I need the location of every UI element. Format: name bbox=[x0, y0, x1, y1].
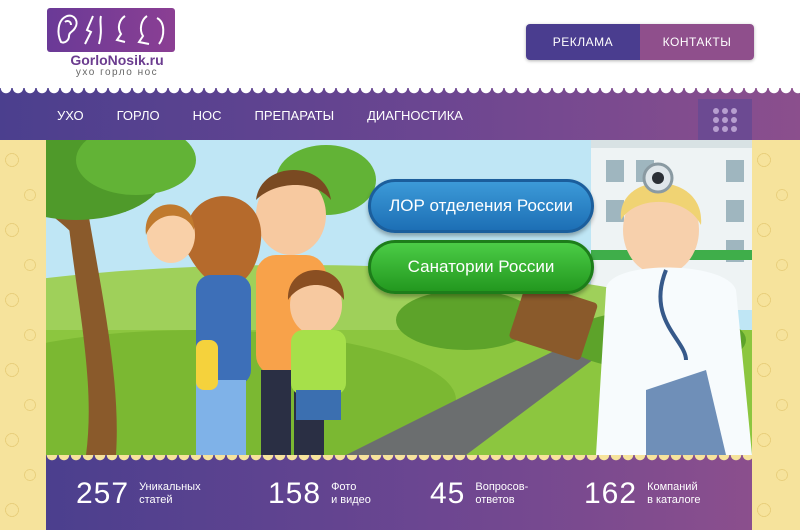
right-doodle-background bbox=[752, 140, 800, 530]
stat-number: 257 bbox=[76, 477, 130, 510]
grid-menu-icon[interactable] bbox=[698, 99, 752, 141]
nav-item-ear[interactable]: УХО bbox=[57, 108, 84, 123]
stat-companies[interactable]: 162 Компаний в каталоге bbox=[584, 477, 727, 511]
stat-label: Фото и видео bbox=[331, 481, 371, 506]
hero-banner: ЛОР отделения России Санатории России bbox=[46, 140, 752, 455]
top-buttons: РЕКЛАМА КОНТАКТЫ bbox=[526, 24, 754, 60]
stat-number: 158 bbox=[268, 477, 322, 510]
stats-bar: 257 Уникальных статей 158 Фото и видео 45 … bbox=[46, 455, 752, 530]
nav-item-drugs[interactable]: ПРЕПАРАТЫ bbox=[255, 108, 335, 123]
site-logo[interactable]: GorloNosik.ru ухо горло нос bbox=[47, 8, 177, 78]
logo-tagline: ухо горло нос bbox=[75, 67, 159, 78]
site-header: GorloNosik.ru ухо горло нос РЕКЛАМА КОНТ… bbox=[0, 0, 800, 88]
logo-name: GorloNosik.ru bbox=[70, 52, 164, 68]
nav-item-throat[interactable]: ГОРЛО bbox=[117, 108, 160, 123]
nav-item-nose[interactable]: НОС bbox=[193, 108, 222, 123]
nav-item-diagnostics[interactable]: ДИАГНОСТИКА bbox=[367, 108, 463, 123]
stat-media[interactable]: 158 Фото и видео bbox=[268, 477, 411, 511]
sanatoriums-button[interactable]: Санатории России bbox=[368, 240, 594, 294]
logo-icons bbox=[47, 8, 175, 52]
lor-departments-button[interactable]: ЛОР отделения России bbox=[368, 179, 594, 233]
main-nav: УХО ГОРЛО НОС ПРЕПАРАТЫ ДИАГНОСТИКА bbox=[0, 88, 800, 141]
left-doodle-background bbox=[0, 140, 46, 530]
stat-label: Вопросов-ответов bbox=[475, 481, 529, 506]
stat-number: 162 bbox=[584, 477, 638, 510]
stat-label: Уникальных статей bbox=[139, 481, 201, 506]
stat-number: 45 bbox=[430, 477, 466, 510]
contacts-button[interactable]: КОНТАКТЫ bbox=[640, 24, 754, 60]
stat-articles[interactable]: 257 Уникальных статей bbox=[76, 477, 219, 511]
ads-button[interactable]: РЕКЛАМА bbox=[526, 24, 640, 60]
stat-label: Компаний в каталоге bbox=[647, 481, 701, 506]
stat-qa[interactable]: 45 Вопросов-ответов bbox=[430, 477, 555, 511]
